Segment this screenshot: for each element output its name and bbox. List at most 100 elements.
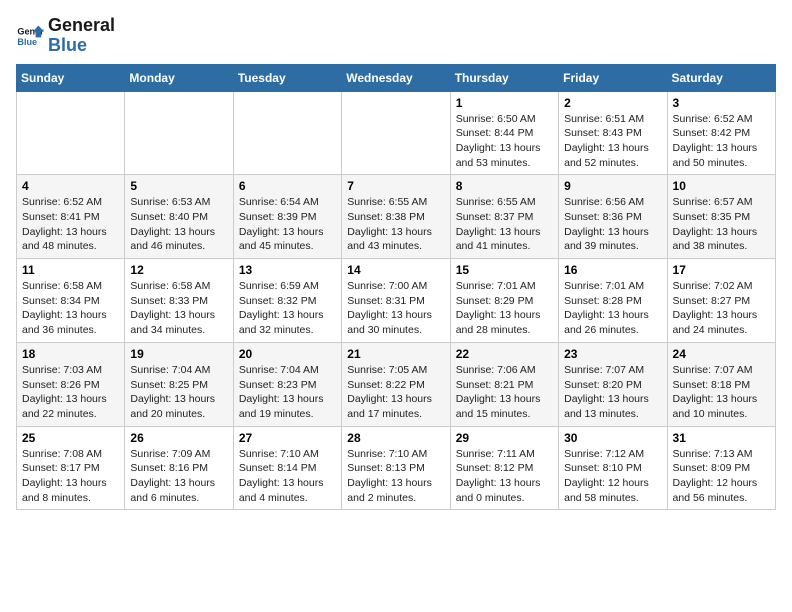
calendar-cell: 4Sunrise: 6:52 AM Sunset: 8:41 PM Daylig… xyxy=(17,175,125,259)
day-number: 7 xyxy=(347,179,444,193)
day-number: 2 xyxy=(564,96,661,110)
page-header: General Blue General Blue xyxy=(16,16,776,56)
calendar-cell: 16 Sunrise: 7:01 AM Sunset: 8:28 PM Dayli… xyxy=(559,259,667,343)
day-number: 15 xyxy=(456,263,553,277)
calendar-cell: 2 Sunrise: 6:51 AM Sunset: 8:43 PM Daylig… xyxy=(559,91,667,175)
day-info: Sunrise: 6:56 AM Sunset: 8:36 PM Dayligh… xyxy=(564,195,661,254)
calendar-cell: 28Sunrise: 7:10 AM Sunset: 8:13 PM Dayli… xyxy=(342,426,450,510)
calendar-cell: 30 Sunrise: 7:12 AM Sunset: 8:10 PM Dayli… xyxy=(559,426,667,510)
day-info: Sunrise: 6:53 AM Sunset: 8:40 PM Dayligh… xyxy=(130,195,227,254)
calendar-cell xyxy=(233,91,341,175)
calendar-cell: 14Sunrise: 7:00 AM Sunset: 8:31 PM Dayli… xyxy=(342,259,450,343)
calendar-cell xyxy=(342,91,450,175)
day-number: 29 xyxy=(456,431,553,445)
day-info: Sunrise: 6:58 AM Sunset: 8:33 PM Dayligh… xyxy=(130,279,227,338)
day-number: 1 xyxy=(456,96,553,110)
day-info: Sunrise: 7:06 AM Sunset: 8:21 PM Dayligh… xyxy=(456,363,553,422)
day-info: Sunrise: 7:01 AM Sunset: 8:28 PM Dayligh… xyxy=(564,279,661,338)
day-number: 13 xyxy=(239,263,336,277)
day-number: 18 xyxy=(22,347,119,361)
day-info: Sunrise: 7:10 AM Sunset: 8:13 PM Dayligh… xyxy=(347,447,444,506)
svg-text:Blue: Blue xyxy=(17,37,37,47)
day-info: Sunrise: 7:03 AM Sunset: 8:26 PM Dayligh… xyxy=(22,363,119,422)
day-info: Sunrise: 6:52 AM Sunset: 8:42 PM Dayligh… xyxy=(673,112,770,171)
calendar-cell: 5Sunrise: 6:53 AM Sunset: 8:40 PM Daylig… xyxy=(125,175,233,259)
day-number: 10 xyxy=(673,179,770,193)
logo-icon: General Blue xyxy=(16,22,44,50)
day-info: Sunrise: 6:51 AM Sunset: 8:43 PM Dayligh… xyxy=(564,112,661,171)
calendar-cell: 15 Sunrise: 7:01 AM Sunset: 8:29 PM Dayli… xyxy=(450,259,558,343)
day-info: Sunrise: 6:55 AM Sunset: 8:37 PM Dayligh… xyxy=(456,195,553,254)
day-info: Sunrise: 7:08 AM Sunset: 8:17 PM Dayligh… xyxy=(22,447,119,506)
day-info: Sunrise: 7:05 AM Sunset: 8:22 PM Dayligh… xyxy=(347,363,444,422)
day-number: 19 xyxy=(130,347,227,361)
calendar-cell: 29 Sunrise: 7:11 AM Sunset: 8:12 PM Dayli… xyxy=(450,426,558,510)
calendar-cell: 22 Sunrise: 7:06 AM Sunset: 8:21 PM Dayli… xyxy=(450,342,558,426)
day-number: 11 xyxy=(22,263,119,277)
day-info: Sunrise: 7:09 AM Sunset: 8:16 PM Dayligh… xyxy=(130,447,227,506)
logo-text: General Blue xyxy=(48,16,115,56)
calendar-cell: 13 Sunrise: 6:59 AM Sunset: 8:32 PM Dayli… xyxy=(233,259,341,343)
calendar-cell: 1 Sunrise: 6:50 AM Sunset: 8:44 PM Daylig… xyxy=(450,91,558,175)
weekday-tuesday: Tuesday xyxy=(233,64,341,91)
day-info: Sunrise: 6:59 AM Sunset: 8:32 PM Dayligh… xyxy=(239,279,336,338)
day-number: 31 xyxy=(673,431,770,445)
day-info: Sunrise: 7:04 AM Sunset: 8:23 PM Dayligh… xyxy=(239,363,336,422)
calendar-cell: 8 Sunrise: 6:55 AM Sunset: 8:37 PM Daylig… xyxy=(450,175,558,259)
calendar-cell xyxy=(125,91,233,175)
week-row-3: 11 Sunrise: 6:58 AM Sunset: 8:34 PM Dayli… xyxy=(17,259,776,343)
day-info: Sunrise: 7:11 AM Sunset: 8:12 PM Dayligh… xyxy=(456,447,553,506)
calendar-cell: 27Sunrise: 7:10 AM Sunset: 8:14 PM Dayli… xyxy=(233,426,341,510)
day-number: 17 xyxy=(673,263,770,277)
day-info: Sunrise: 7:12 AM Sunset: 8:10 PM Dayligh… xyxy=(564,447,661,506)
day-number: 14 xyxy=(347,263,444,277)
day-info: Sunrise: 7:04 AM Sunset: 8:25 PM Dayligh… xyxy=(130,363,227,422)
calendar-cell: 31Sunrise: 7:13 AM Sunset: 8:09 PM Dayli… xyxy=(667,426,775,510)
day-number: 16 xyxy=(564,263,661,277)
calendar-cell xyxy=(17,91,125,175)
day-info: Sunrise: 6:52 AM Sunset: 8:41 PM Dayligh… xyxy=(22,195,119,254)
day-number: 30 xyxy=(564,431,661,445)
calendar-cell: 3 Sunrise: 6:52 AM Sunset: 8:42 PM Daylig… xyxy=(667,91,775,175)
weekday-friday: Friday xyxy=(559,64,667,91)
day-info: Sunrise: 6:55 AM Sunset: 8:38 PM Dayligh… xyxy=(347,195,444,254)
weekday-wednesday: Wednesday xyxy=(342,64,450,91)
day-info: Sunrise: 7:07 AM Sunset: 8:20 PM Dayligh… xyxy=(564,363,661,422)
day-info: Sunrise: 7:07 AM Sunset: 8:18 PM Dayligh… xyxy=(673,363,770,422)
weekday-sunday: Sunday xyxy=(17,64,125,91)
day-number: 26 xyxy=(130,431,227,445)
week-row-1: 1 Sunrise: 6:50 AM Sunset: 8:44 PM Daylig… xyxy=(17,91,776,175)
day-info: Sunrise: 6:57 AM Sunset: 8:35 PM Dayligh… xyxy=(673,195,770,254)
calendar-cell: 10 Sunrise: 6:57 AM Sunset: 8:35 PM Dayli… xyxy=(667,175,775,259)
day-info: Sunrise: 7:02 AM Sunset: 8:27 PM Dayligh… xyxy=(673,279,770,338)
day-info: Sunrise: 6:50 AM Sunset: 8:44 PM Dayligh… xyxy=(456,112,553,171)
week-row-2: 4Sunrise: 6:52 AM Sunset: 8:41 PM Daylig… xyxy=(17,175,776,259)
calendar-cell: 24Sunrise: 7:07 AM Sunset: 8:18 PM Dayli… xyxy=(667,342,775,426)
week-row-4: 18 Sunrise: 7:03 AM Sunset: 8:26 PM Dayli… xyxy=(17,342,776,426)
day-number: 9 xyxy=(564,179,661,193)
weekday-header-row: SundayMondayTuesdayWednesdayThursdayFrid… xyxy=(17,64,776,91)
day-number: 27 xyxy=(239,431,336,445)
weekday-monday: Monday xyxy=(125,64,233,91)
day-number: 8 xyxy=(456,179,553,193)
day-number: 3 xyxy=(673,96,770,110)
calendar-cell: 6Sunrise: 6:54 AM Sunset: 8:39 PM Daylig… xyxy=(233,175,341,259)
week-row-5: 25Sunrise: 7:08 AM Sunset: 8:17 PM Dayli… xyxy=(17,426,776,510)
calendar-cell: 20 Sunrise: 7:04 AM Sunset: 8:23 PM Dayli… xyxy=(233,342,341,426)
calendar-table: SundayMondayTuesdayWednesdayThursdayFrid… xyxy=(16,64,776,511)
calendar-cell: 25Sunrise: 7:08 AM Sunset: 8:17 PM Dayli… xyxy=(17,426,125,510)
day-number: 23 xyxy=(564,347,661,361)
calendar-cell: 21Sunrise: 7:05 AM Sunset: 8:22 PM Dayli… xyxy=(342,342,450,426)
day-info: Sunrise: 6:54 AM Sunset: 8:39 PM Dayligh… xyxy=(239,195,336,254)
logo: General Blue General Blue xyxy=(16,16,115,56)
calendar-cell: 11 Sunrise: 6:58 AM Sunset: 8:34 PM Dayli… xyxy=(17,259,125,343)
weekday-thursday: Thursday xyxy=(450,64,558,91)
day-info: Sunrise: 7:01 AM Sunset: 8:29 PM Dayligh… xyxy=(456,279,553,338)
calendar-cell: 9 Sunrise: 6:56 AM Sunset: 8:36 PM Daylig… xyxy=(559,175,667,259)
day-number: 22 xyxy=(456,347,553,361)
day-number: 20 xyxy=(239,347,336,361)
day-number: 12 xyxy=(130,263,227,277)
calendar-cell: 17 Sunrise: 7:02 AM Sunset: 8:27 PM Dayli… xyxy=(667,259,775,343)
day-info: Sunrise: 6:58 AM Sunset: 8:34 PM Dayligh… xyxy=(22,279,119,338)
calendar-cell: 26 Sunrise: 7:09 AM Sunset: 8:16 PM Dayli… xyxy=(125,426,233,510)
